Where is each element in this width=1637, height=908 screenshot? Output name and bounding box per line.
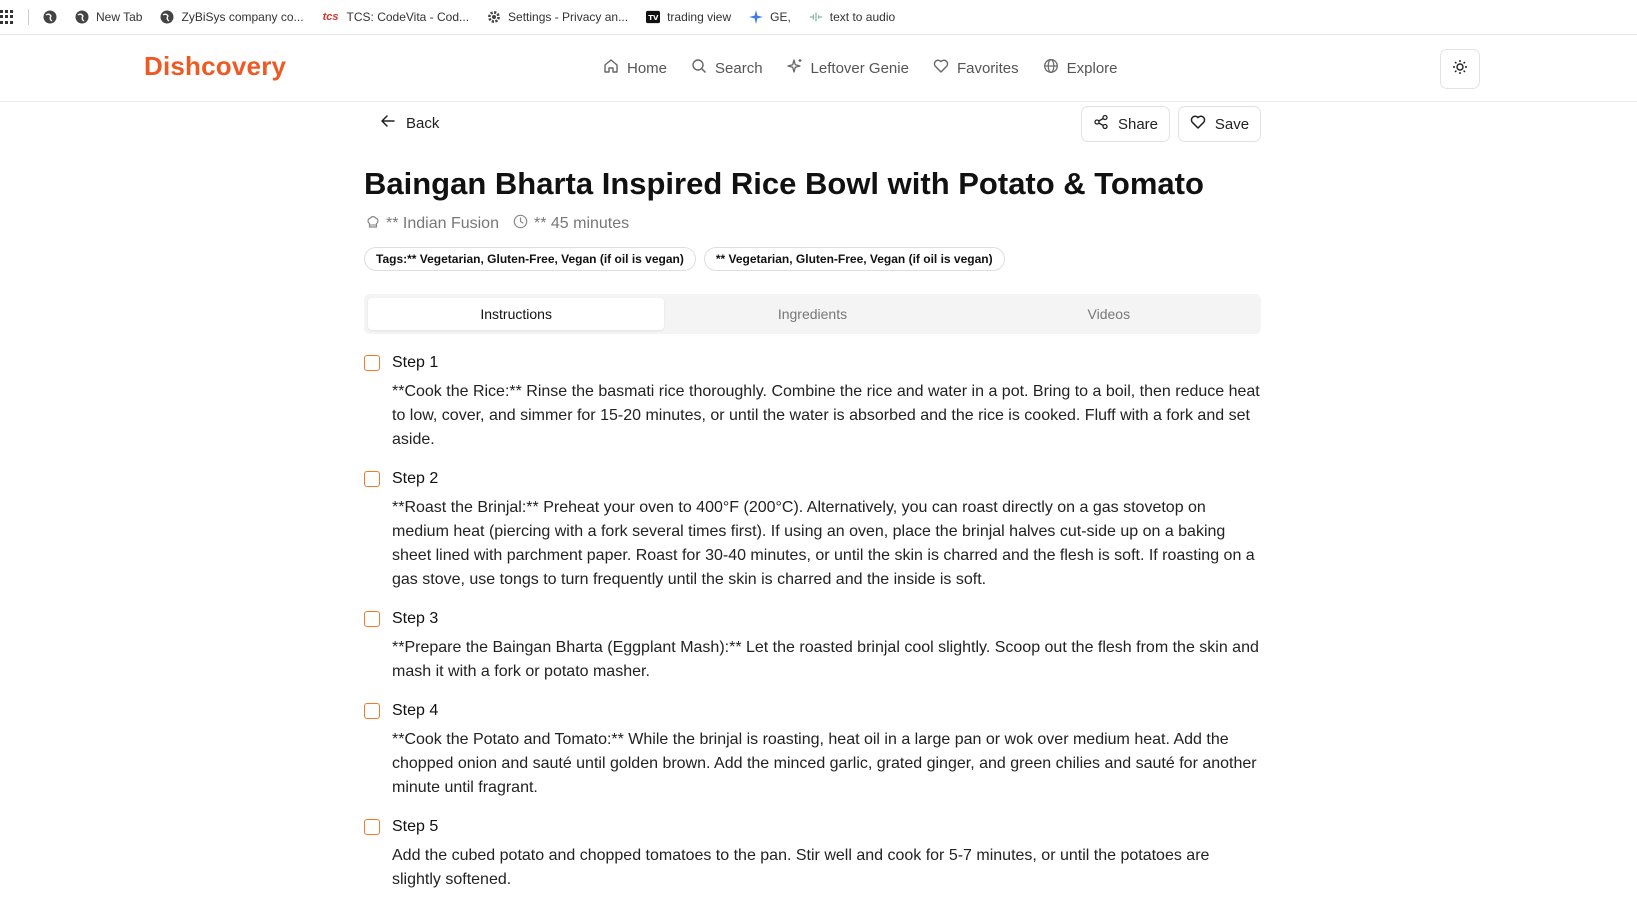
bookmarks-divider <box>28 9 29 25</box>
time-text: ** 45 minutes <box>533 215 630 232</box>
step-label: Step 5 <box>392 818 439 835</box>
nav-leftover-genie[interactable]: Leftover Genie <box>786 58 909 78</box>
nav-home[interactable]: Home <box>603 58 667 78</box>
tab-videos[interactable]: Videos <box>961 298 1257 330</box>
clock-icon <box>513 214 528 234</box>
bookmark-ge[interactable]: GE, <box>749 10 791 24</box>
step-checkbox[interactable] <box>364 703 380 719</box>
home-icon <box>603 58 619 78</box>
audio-wave-icon <box>809 10 823 24</box>
nav-explore-label: Explore <box>1066 59 1118 77</box>
sparkle-icon <box>786 58 803 78</box>
step-label: Step 4 <box>392 702 439 719</box>
tradingview-logo-icon: TV <box>646 10 661 24</box>
recipe-tabs: Instructions Ingredients Videos <box>364 294 1261 334</box>
back-label: Back <box>406 114 440 132</box>
time-info: ** 45 minutes <box>513 214 629 234</box>
cuisine-text: ** Indian Fusion <box>386 215 499 232</box>
step-text: **Prepare the Baingan Bharta (Eggplant M… <box>392 639 1259 680</box>
recipe-meta: ** Indian Fusion ** 45 minutes <box>366 214 629 234</box>
heart-icon <box>1190 114 1206 134</box>
globe-icon <box>75 10 89 24</box>
nav-home-label: Home <box>627 59 668 77</box>
apps-grid-icon[interactable] <box>0 10 14 24</box>
recipe-title: Baingan Bharta Inspired Rice Bowl with P… <box>364 166 1204 201</box>
bookmark-label: ZyBiSys company co... <box>181 10 304 24</box>
step-text: Add the cubed potato and chopped tomatoe… <box>392 847 1210 888</box>
recipe-tags: Tags:** Vegetarian, Gluten-Free, Vegan (… <box>364 247 1005 271</box>
step-header: Step 4 <box>364 700 1264 722</box>
step-item: Step 3 **Prepare the Baingan Bharta (Egg… <box>364 608 1264 684</box>
step-header: Step 3 <box>364 608 1264 630</box>
step-label: Step 2 <box>392 470 439 487</box>
step-item: Step 1 **Cook the Rice:** Rinse the basm… <box>364 352 1264 452</box>
bookmark-settings[interactable]: Settings - Privacy an... <box>487 10 628 24</box>
bookmark-label: New Tab <box>96 10 143 24</box>
sparkle-icon <box>749 10 764 24</box>
bookmark-label: text to audio <box>829 10 896 24</box>
tab-ingredients[interactable]: Ingredients <box>664 298 960 330</box>
step-header: Step 5 <box>364 816 1264 838</box>
tag-badge[interactable]: Tags:** Vegetarian, Gluten-Free, Vegan (… <box>364 247 696 271</box>
share-label: Share <box>1117 115 1159 133</box>
globe-icon <box>160 10 174 24</box>
tag-badge[interactable]: ** Vegetarian, Gluten-Free, Vegan (if oi… <box>703 247 1005 271</box>
nav-explore[interactable]: Explore <box>1043 58 1118 78</box>
bookmark-trading-view[interactable]: TV trading view <box>646 10 731 24</box>
back-button[interactable]: Back <box>380 113 439 133</box>
heart-icon <box>933 58 949 78</box>
instruction-steps: Step 1 **Cook the Rice:** Rinse the basm… <box>364 352 1264 908</box>
bookmark-label: Settings - Privacy an... <box>508 10 629 24</box>
tab-instructions[interactable]: Instructions <box>368 298 665 330</box>
bookmark-text-to-audio[interactable]: text to audio <box>809 10 895 24</box>
svg-text:TV: TV <box>648 14 659 22</box>
globe-icon <box>1043 58 1059 78</box>
nav-search[interactable]: Search <box>691 58 763 78</box>
step-item: Step 5 Add the cubed potato and chopped … <box>364 816 1264 892</box>
nav-favorites-label: Favorites <box>956 59 1019 77</box>
bookmark-label: trading view <box>667 10 732 24</box>
step-text: **Cook the Rice:** Rinse the basmati ric… <box>392 383 1260 448</box>
share-button[interactable]: Share <box>1081 106 1170 142</box>
step-label: Step 3 <box>392 610 439 627</box>
step-header: Step 2 <box>364 468 1264 490</box>
nav-favorites[interactable]: Favorites <box>933 58 1019 78</box>
globe-icon <box>43 10 57 24</box>
nav-leftover-genie-label: Leftover Genie <box>810 59 909 77</box>
brand-logo[interactable]: Dishcovery <box>144 51 286 82</box>
step-checkbox[interactable] <box>364 355 380 371</box>
chef-hat-icon <box>366 215 380 234</box>
step-text: **Roast the Brinjal:** Preheat your oven… <box>392 499 1255 588</box>
step-checkbox[interactable] <box>364 611 380 627</box>
step-header: Step 1 <box>364 352 1264 374</box>
bookmark-zybisys[interactable]: ZyBiSys company co... <box>160 10 304 24</box>
save-button[interactable]: Save <box>1178 106 1261 142</box>
step-checkbox[interactable] <box>364 819 380 835</box>
save-label: Save <box>1214 115 1250 133</box>
bookmark-tcs-codevita[interactable]: tcs TCS: CodeVita - Cod... <box>322 10 470 24</box>
step-item: Step 2 **Roast the Brinjal:** Preheat yo… <box>364 468 1264 592</box>
bookmark-new-tab[interactable]: New Tab <box>75 10 142 24</box>
step-checkbox[interactable] <box>364 471 380 487</box>
bookmark-globe[interactable] <box>43 10 57 24</box>
arrow-left-icon <box>380 113 396 133</box>
nav-links: Home Search Leftover Genie Favorites Exp… <box>603 58 1118 78</box>
theme-toggle-button[interactable] <box>1440 49 1480 89</box>
step-label: Step 1 <box>392 354 439 371</box>
search-icon <box>691 58 707 78</box>
step-text: **Cook the Potato and Tomato:** While th… <box>392 731 1257 796</box>
gear-icon <box>487 10 501 24</box>
bookmark-label: GE, <box>770 10 791 24</box>
bookmarks-bar: New Tab ZyBiSys company co... tcs TCS: C… <box>0 0 1637 35</box>
nav-search-label: Search <box>715 59 763 77</box>
bookmark-label: TCS: CodeVita - Cod... <box>346 10 470 24</box>
top-navigation: Dishcovery Home Search Leftover Genie Fa… <box>0 36 1637 102</box>
step-item: Step 4 **Cook the Potato and Tomato:** W… <box>364 700 1264 800</box>
share-icon <box>1093 114 1109 134</box>
tcs-logo-icon: tcs <box>322 11 339 23</box>
cuisine-info: ** Indian Fusion <box>366 214 499 234</box>
sun-icon <box>1452 59 1468 80</box>
